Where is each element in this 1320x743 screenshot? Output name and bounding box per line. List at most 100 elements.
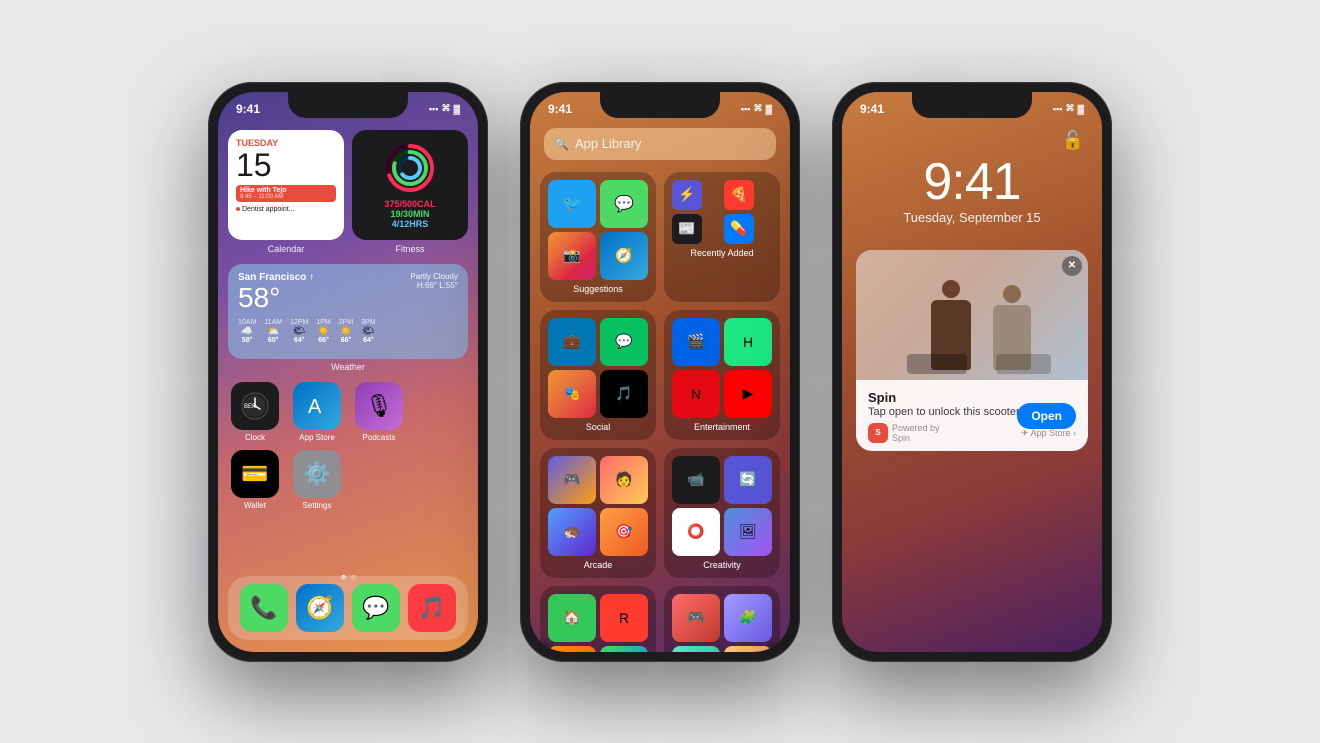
weather-hour-4: 1PM ☀️ 66° — [316, 319, 330, 344]
lock-date: Tuesday, September 15 — [842, 210, 1102, 225]
fitness-label: Fitness — [352, 244, 468, 254]
app-2: 🍕 — [724, 180, 754, 210]
weather-desc: Partly Cloudy — [410, 272, 458, 281]
arcade-1: 🎮 — [548, 456, 596, 504]
arcade-2: 🧑 — [600, 456, 648, 504]
calendar-event-1: Hike with Tejo 9:45 – 11:00 AM — [236, 185, 336, 202]
messages-icon: 💬 — [600, 180, 648, 228]
podcasts-label: Podcasts — [363, 433, 396, 442]
folder-suggestions[interactable]: 🐦 💬 📸 🧭 Suggestions — [540, 172, 656, 302]
fitness-min: 19/30MIN — [384, 209, 435, 219]
notification-content: Spin Tap open to unlock this scooter and… — [856, 380, 1088, 451]
suggestions-label: Suggestions — [548, 284, 648, 294]
netflix-icon: N — [672, 370, 720, 418]
instagram-icon: 📸 — [548, 232, 596, 280]
spin-name: Spin — [892, 433, 940, 443]
settings-label: Settings — [303, 501, 332, 510]
settings-icon: ⚙️ — [293, 450, 341, 498]
app-settings[interactable]: ⚙️ Settings — [290, 450, 344, 510]
widget-calendar[interactable]: TUESDAY 15 Hike with Tejo 9:45 – 11:00 A… — [228, 130, 344, 240]
dock-phone[interactable]: 📞 — [240, 584, 288, 632]
creativity-label: Creativity — [672, 560, 772, 570]
search-icon: 🔍 — [554, 137, 569, 151]
app-icon-3: 🎭 — [548, 370, 596, 418]
wechat-icon: 💬 — [600, 318, 648, 366]
signal-icon-3: ▪▪▪ — [1053, 104, 1063, 114]
twitter-icon: 🐦 — [548, 180, 596, 228]
notification-close[interactable]: ✕ — [1062, 256, 1082, 276]
widget-weather[interactable]: San Francisco ↑ 58° Partly Cloudy H:66° … — [228, 264, 468, 359]
arcade-label: Arcade — [548, 560, 648, 570]
clock-label: Clock — [245, 433, 265, 442]
fitness-stats: 375/500CAL 19/30MIN 4/12HRS — [384, 199, 435, 229]
phone-2-app-library: 9:41 ▪▪▪ ⌘ ▓ 🔍 App Library 🐦 💬 — [520, 82, 800, 662]
app-grid-1: BER Clock A App Store — [228, 382, 468, 510]
signal-icon: ▪▪▪ — [429, 104, 439, 114]
app-store-link[interactable]: ✈ App Store › — [1021, 428, 1076, 439]
fitness-ring-svg — [383, 141, 437, 195]
status-icons-3: ▪▪▪ ⌘ ▓ — [1053, 103, 1084, 114]
folder-travel[interactable]: 🏠 R 🌍 👾 Travel — [540, 586, 656, 652]
calendar-date: 15 — [236, 149, 336, 181]
app-3: 📰 — [672, 214, 702, 244]
lock-icon: 🔓 — [1062, 130, 1084, 151]
social-apps: 💼 💬 🎭 🎵 — [548, 318, 648, 418]
status-icons-2: ▪▪▪ ⌘ ▓ — [741, 103, 772, 114]
status-time-2: 9:41 — [548, 102, 572, 116]
notification-open-button[interactable]: Open — [1017, 403, 1076, 429]
creativity-1: 📹 — [672, 456, 720, 504]
folder-arcade[interactable]: 🎮 🧑 🦔 🎯 Arcade — [540, 448, 656, 578]
tiktok-icon: 🎵 — [600, 370, 648, 418]
travel-2: R — [600, 594, 648, 642]
app-wallet[interactable]: 💳 Wallet — [228, 450, 282, 510]
app-appstore[interactable]: A App Store — [290, 382, 344, 442]
recently-label: Recently Added — [672, 248, 772, 258]
travel-1: 🏠 — [548, 594, 596, 642]
calendar-event-2: Dentist appoint... — [236, 204, 336, 213]
app-library-search[interactable]: 🔍 App Library — [544, 128, 776, 160]
games-1: 🎮 — [672, 594, 720, 642]
widget-labels: Calendar Fitness — [228, 244, 468, 254]
notch-3 — [912, 92, 1032, 118]
notification-card[interactable]: ✕ Spin Tap open to unlock this scooter a… — [856, 250, 1088, 451]
weather-hour-3: 12PM 🌤 64° — [290, 319, 308, 344]
games-2: 🧩 — [724, 594, 772, 642]
dock-music[interactable]: 🎵 — [408, 584, 456, 632]
fitness-cal: 375/500CAL — [384, 199, 435, 209]
app-podcasts[interactable]: 🎙 Podcasts — [352, 382, 406, 442]
youtube-icon: ▶ — [724, 370, 772, 418]
folder-entertainment[interactable]: 🎬 H N ▶ Entertainment — [664, 310, 780, 440]
fitness-hrs: 4/12HRS — [384, 219, 435, 229]
appstore-icon: A — [293, 382, 341, 430]
spin-app-icon: S — [868, 423, 888, 443]
folder-creativity[interactable]: 📹 🔄 ⭕ 🖼 Creativity — [664, 448, 780, 578]
safari-icon: 🧭 — [600, 232, 648, 280]
phone-1-home-screen: 9:41 ▪▪▪ ⌘ ▓ TUESDAY 15 Hike with Tejo 9… — [208, 82, 488, 662]
battery-icon: ▓ — [453, 104, 460, 114]
weather-hour-2: 11AM ⛅ 60° — [264, 319, 282, 344]
event1-time: 9:45 – 11:00 AM — [240, 194, 332, 200]
weather-hour-5: 2PM ☀️ 66° — [339, 319, 353, 344]
folder-social[interactable]: 💼 💬 🎭 🎵 Social — [540, 310, 656, 440]
widget-fitness[interactable]: 375/500CAL 19/30MIN 4/12HRS — [352, 130, 468, 240]
event1-title: Hike with Tejo — [240, 187, 332, 194]
travel-3: 🌍 — [548, 646, 596, 652]
phone-3-lock-screen: 9:41 ▪▪▪ ⌘ ▓ 🔓 9:41 Tuesday, September 1… — [832, 82, 1112, 662]
weather-highlow: H:66° L:55° — [410, 281, 458, 290]
notch-1 — [288, 92, 408, 118]
games-apps: 🎮 🧩 🐸 👁 — [672, 594, 772, 652]
weather-hour-6: 3PM 🌤 64° — [361, 319, 375, 344]
calendar-day: TUESDAY — [236, 138, 336, 148]
folder-recently-added[interactable]: ⚡ 🍕 📰 💊 Recently Added — [664, 172, 780, 302]
linkedin-icon: 💼 — [548, 318, 596, 366]
app-clock[interactable]: BER Clock — [228, 382, 282, 442]
dock-safari[interactable]: 🧭 — [296, 584, 344, 632]
dock-messages[interactable]: 💬 — [352, 584, 400, 632]
event2-title: Dentist appoint... — [242, 206, 295, 213]
wallet-icon: 💳 — [231, 450, 279, 498]
wifi-icon-3: ⌘ — [1065, 103, 1074, 114]
folder-games[interactable]: 🎮 🧩 🐸 👁 Games — [664, 586, 780, 652]
entertainment-apps: 🎬 H N ▶ — [672, 318, 772, 418]
event-dot — [236, 207, 240, 211]
app-1: ⚡ — [672, 180, 702, 210]
